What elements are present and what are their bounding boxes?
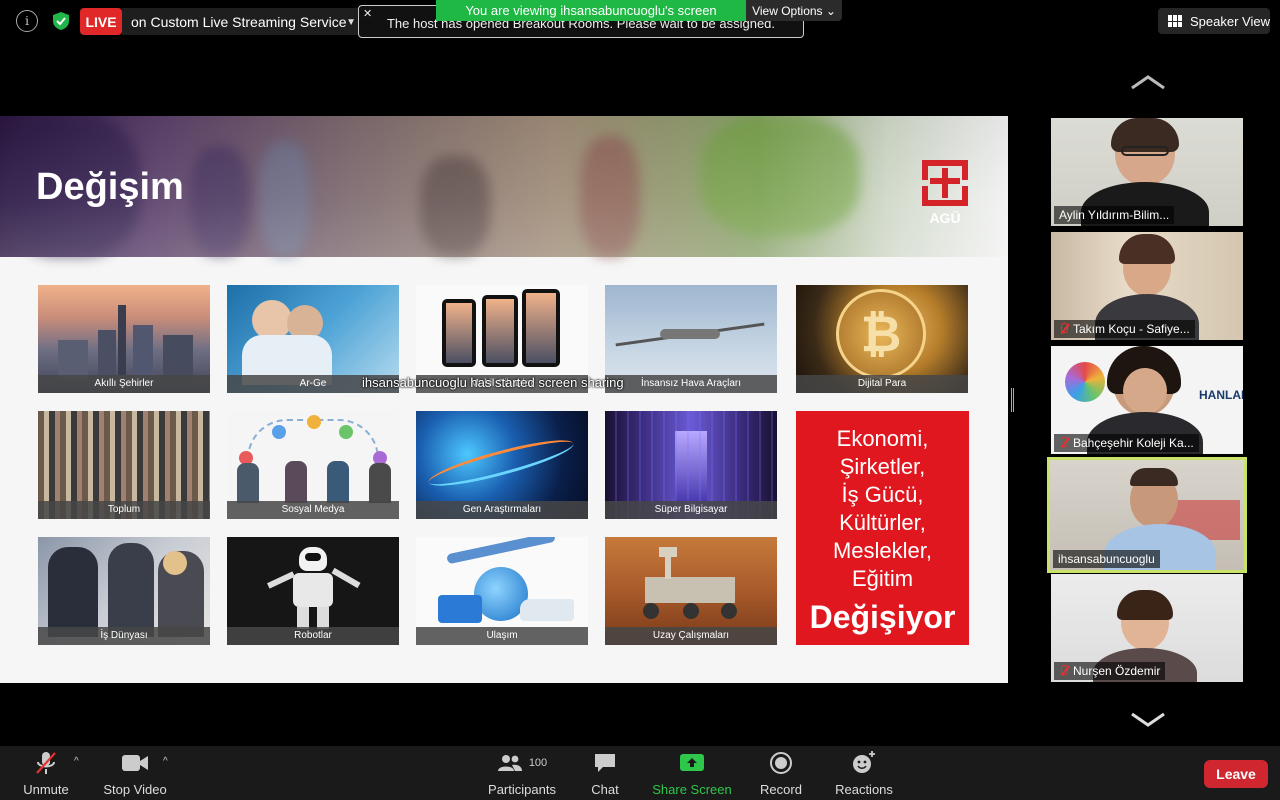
tile-label: Robotlar xyxy=(227,627,399,645)
muted-mic-icon xyxy=(1059,665,1069,677)
tile-drones: İnsansız Hava Araçları xyxy=(605,285,777,393)
unmute-label: Unmute xyxy=(23,782,69,797)
summary-line: Şirketler, xyxy=(839,454,926,479)
tile-smart-cities: Akıllı Şehirler xyxy=(38,285,210,393)
chevron-up-icon[interactable] xyxy=(1130,74,1166,90)
chat-icon xyxy=(595,754,615,772)
participant-name: Bahçeşehir Koleji Ka... xyxy=(1054,434,1199,452)
participant-name: Takım Koçu - Safiye... xyxy=(1054,320,1195,338)
live-service-dropdown[interactable]: on Custom Live Streaming Service ▼ xyxy=(122,8,362,35)
muted-mic-icon xyxy=(1059,437,1069,449)
summary-line: İş Gücü, xyxy=(841,482,924,507)
summary-headline: Değişiyor xyxy=(809,599,956,635)
chevron-down-icon[interactable] xyxy=(1130,712,1166,728)
tile-space-research: Uzay Çalışmaları xyxy=(605,537,777,645)
viewing-screen-banner: You are viewing ihsansabuncuoglu's scree… xyxy=(436,0,746,21)
speaker-view-button[interactable]: Speaker View xyxy=(1158,8,1270,34)
participants-count: 100 xyxy=(528,757,548,769)
summary-line: Eğitim xyxy=(851,566,914,591)
zoom-window: i LIVE on Custom Live Streaming Service … xyxy=(0,0,1280,800)
tile-label: Süper Bilgisayar xyxy=(605,501,777,519)
summary-line: Meslekler, xyxy=(832,538,933,563)
shield-icon[interactable] xyxy=(50,10,72,32)
chat-label: Chat xyxy=(591,782,619,797)
stop-video-label: Stop Video xyxy=(103,782,167,797)
bitcoin-icon: ₿ xyxy=(836,289,926,379)
tile-label: Dijital Para xyxy=(796,375,968,393)
participant-name: Aylin Yıldırım-Bilim... xyxy=(1054,206,1175,224)
participant-tile[interactable]: HANLARI Bahçeşehir Koleji Ka... xyxy=(1051,346,1243,454)
tile-robots: Robotlar xyxy=(227,537,399,645)
tile-label: Ulaşım xyxy=(416,627,588,645)
record-icon xyxy=(770,752,792,774)
tile-label: Sosyal Medya xyxy=(227,501,399,519)
meeting-toolbar: Unmute ^ Stop Video ^ 100 Participants C… xyxy=(0,746,1280,800)
tile-transportation: Ulaşım xyxy=(416,537,588,645)
participants-button[interactable]: 100 Participants xyxy=(486,750,558,798)
participant-background-text: HANLARI xyxy=(1199,388,1243,402)
tile-label: Uzay Çalışmaları xyxy=(605,627,777,645)
tile-label: İnsansız Hava Araçları xyxy=(605,375,777,393)
summary-line: Kültürler, xyxy=(839,510,926,535)
participants-icon xyxy=(497,755,522,771)
record-button[interactable]: Record xyxy=(760,750,802,798)
tile-society: Toplum xyxy=(38,411,210,519)
share-screen-label: Share Screen xyxy=(652,782,732,797)
share-screen-icon xyxy=(680,754,704,771)
leave-button[interactable]: Leave xyxy=(1204,760,1268,788)
tile-digital-money: ₿ Dijital Para xyxy=(796,285,968,393)
audio-options-caret-icon[interactable]: ^ xyxy=(74,756,79,767)
view-options-button[interactable]: View Options ⌄ xyxy=(746,0,842,21)
video-options-caret-icon[interactable]: ^ xyxy=(163,756,168,767)
participant-name: ihsansabuncuoglu xyxy=(1053,550,1160,568)
change-summary-box: Ekonomi, Şirketler, İş Gücü, Kültürler, … xyxy=(796,411,969,645)
shared-screen: Değişim AGÜ Akıllı Şehirler Ar-Ge Mobil … xyxy=(0,116,1008,683)
reactions-button[interactable]: Reactions xyxy=(834,750,894,798)
record-label: Record xyxy=(760,782,802,797)
muted-mic-icon xyxy=(1059,323,1069,335)
participant-tile[interactable]: Nurşen Özdemir xyxy=(1051,574,1243,682)
screen-sharing-toast: ihsansabuncuoglu has started screen shar… xyxy=(362,375,624,390)
tile-label: İş Dünyası xyxy=(38,627,210,645)
tile-label: Akıllı Şehirler xyxy=(38,375,210,393)
grid-icon xyxy=(1168,15,1182,27)
reactions-label: Reactions xyxy=(835,782,893,797)
summary-line: Ekonomi, xyxy=(836,426,929,451)
tile-label: Toplum xyxy=(38,501,210,519)
caret-down-icon: ▼ xyxy=(346,17,356,28)
video-camera-icon xyxy=(122,755,148,771)
participants-label: Participants xyxy=(488,782,556,797)
tile-supercomputer: Süper Bilgisayar xyxy=(605,411,777,519)
slide-title: Değişim xyxy=(36,166,184,208)
live-service-label: on Custom Live Streaming Service xyxy=(131,13,347,30)
resize-handle[interactable] xyxy=(1011,388,1014,412)
tile-label: Gen Araştırmaları xyxy=(416,501,588,519)
top-bar: i LIVE on Custom Live Streaming Service … xyxy=(0,0,1280,44)
participant-tile[interactable]: Takım Koçu - Safiye... xyxy=(1051,232,1243,340)
tile-gene-research: Gen Araştırmaları xyxy=(416,411,588,519)
tile-business: İş Dünyası xyxy=(38,537,210,645)
agu-logo: AGÜ xyxy=(920,160,970,230)
live-badge[interactable]: LIVE xyxy=(80,8,122,35)
agu-logo-mark-icon xyxy=(922,160,968,206)
share-screen-button[interactable]: Share Screen xyxy=(652,750,732,798)
info-icon[interactable]: i xyxy=(16,10,38,32)
speaker-view-label: Speaker View xyxy=(1190,13,1270,29)
unmute-button[interactable]: Unmute xyxy=(22,750,70,798)
participant-tile[interactable]: Aylin Yıldırım-Bilim... xyxy=(1051,118,1243,226)
active-speaker-tile[interactable]: ihsansabuncuoglu xyxy=(1047,457,1247,573)
tile-social-media: Sosyal Medya xyxy=(227,411,399,519)
agu-logo-text: AGÜ xyxy=(929,210,961,226)
participant-name: Nurşen Özdemir xyxy=(1054,662,1166,680)
smiley-add-icon xyxy=(853,751,875,773)
chat-button[interactable]: Chat xyxy=(588,750,622,798)
stop-video-button[interactable]: Stop Video xyxy=(102,750,168,798)
muted-mic-icon xyxy=(36,752,56,774)
